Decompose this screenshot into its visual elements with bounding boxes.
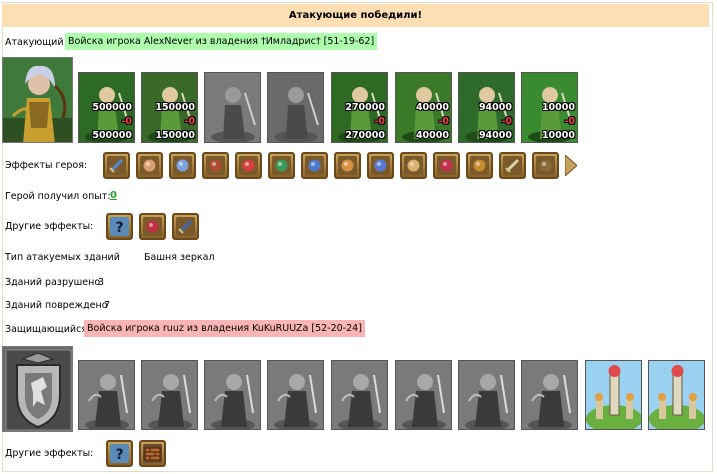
- unit-loss: -0: [374, 116, 385, 127]
- wall-icon[interactable]: [139, 440, 166, 467]
- unit-count: 500000: [92, 102, 132, 113]
- elf-knight-icon[interactable]: 500000 -0 500000: [78, 72, 135, 143]
- unit-remaining: 94000: [478, 130, 512, 141]
- building-type-label: Тип атакуемых зданий: [5, 252, 120, 263]
- shield-green-icon[interactable]: [268, 152, 295, 179]
- buildings-damaged-value: 7: [104, 300, 111, 311]
- dagger-icon[interactable]: [499, 152, 526, 179]
- crossbowman-icon[interactable]: [331, 360, 388, 430]
- chest-icon[interactable]: [202, 152, 229, 179]
- ring-icon[interactable]: [433, 152, 460, 179]
- experience-value[interactable]: 0: [110, 190, 117, 201]
- armor-icon[interactable]: [532, 152, 559, 179]
- cavalry-icon[interactable]: [204, 360, 261, 430]
- question-icon[interactable]: ?: [106, 213, 133, 240]
- unit-loss: -0: [501, 116, 512, 127]
- dice-icon[interactable]: [235, 152, 262, 179]
- attacker-army-tag[interactable]: Войска игрока AlexNever из владения †Имл…: [65, 33, 378, 50]
- swordsman-icon[interactable]: [141, 360, 198, 430]
- other-effects-label: Другие эффекты:: [5, 221, 94, 232]
- attacker-hero-portrait[interactable]: [2, 57, 73, 143]
- arrow-right-icon[interactable]: [564, 153, 578, 179]
- attacker-label: Атакующий: [5, 37, 64, 48]
- question-icon[interactable]: ?: [106, 440, 133, 467]
- defender-other-effects-label: Другие эффекты:: [5, 448, 94, 459]
- svg-text:?: ?: [115, 220, 123, 236]
- knight-icon[interactable]: [78, 360, 135, 430]
- result-banner: Атакующие победили!: [2, 4, 709, 27]
- elf-archer-icon[interactable]: 270000 -0 270000: [331, 72, 388, 143]
- horn-icon[interactable]: [466, 152, 493, 179]
- empty-griffin-icon[interactable]: [267, 72, 324, 143]
- unit-remaining: 150000: [155, 130, 195, 141]
- unit-remaining: 500000: [92, 130, 132, 141]
- unit-loss: -0: [121, 116, 132, 127]
- defender-label: Защищающийся: [5, 324, 88, 335]
- mirror-tower-icon[interactable]: [648, 360, 705, 430]
- empty-unit-icon[interactable]: [204, 72, 261, 143]
- shield-hand-icon[interactable]: [301, 152, 328, 179]
- blue-sword-icon[interactable]: [172, 213, 199, 240]
- reaper-icon[interactable]: [521, 360, 578, 430]
- handshake-icon[interactable]: [136, 152, 163, 179]
- unit-remaining: 10000: [541, 130, 575, 141]
- defender-army-tag[interactable]: Войска игрока ruuz из владения KuKuRUUZa…: [84, 320, 365, 337]
- buildings-destroyed-label: Зданий разрушено: [5, 277, 101, 288]
- monk-icon[interactable]: [395, 360, 452, 430]
- druid-icon[interactable]: 10000 -0 10000: [521, 72, 578, 143]
- unit-count: 10000: [541, 102, 575, 113]
- sword-icon[interactable]: [103, 152, 130, 179]
- buildings-damaged-label: Зданий повреждено: [5, 300, 108, 311]
- fist-icon[interactable]: [334, 152, 361, 179]
- scroll-icon[interactable]: [400, 152, 427, 179]
- unit-count: 270000: [345, 102, 385, 113]
- defender-hero-portrait[interactable]: [2, 346, 73, 432]
- buildings-destroyed-value: 3: [98, 277, 105, 288]
- mirror-tower-icon[interactable]: [585, 360, 642, 430]
- unit-count: 40000: [415, 102, 449, 113]
- heavy-knight-icon[interactable]: [458, 360, 515, 430]
- snowflake-icon[interactable]: [367, 152, 394, 179]
- unit-remaining: 270000: [345, 130, 385, 141]
- unit-count: 150000: [155, 102, 195, 113]
- unit-loss: -0: [184, 116, 195, 127]
- svg-text:?: ?: [115, 447, 123, 463]
- dryad-icon[interactable]: 40000 -0 40000: [395, 72, 452, 143]
- unit-remaining: 40000: [415, 130, 449, 141]
- pegasus-icon[interactable]: [267, 360, 324, 430]
- unit-loss: -0: [438, 116, 449, 127]
- hand-icon[interactable]: [169, 152, 196, 179]
- heart-shield-icon[interactable]: [139, 213, 166, 240]
- hero-effects-label: Эффекты героя:: [5, 160, 88, 171]
- elf-swordsman-icon[interactable]: 150000 -0 150000: [141, 72, 198, 143]
- unit-count: 94000: [478, 102, 512, 113]
- elf-ranger-icon[interactable]: 94000 -0 94000: [458, 72, 515, 143]
- building-type-value: Башня зеркал: [144, 252, 215, 263]
- experience-label: Герой получил опыт:: [5, 191, 111, 202]
- unit-loss: -0: [564, 116, 575, 127]
